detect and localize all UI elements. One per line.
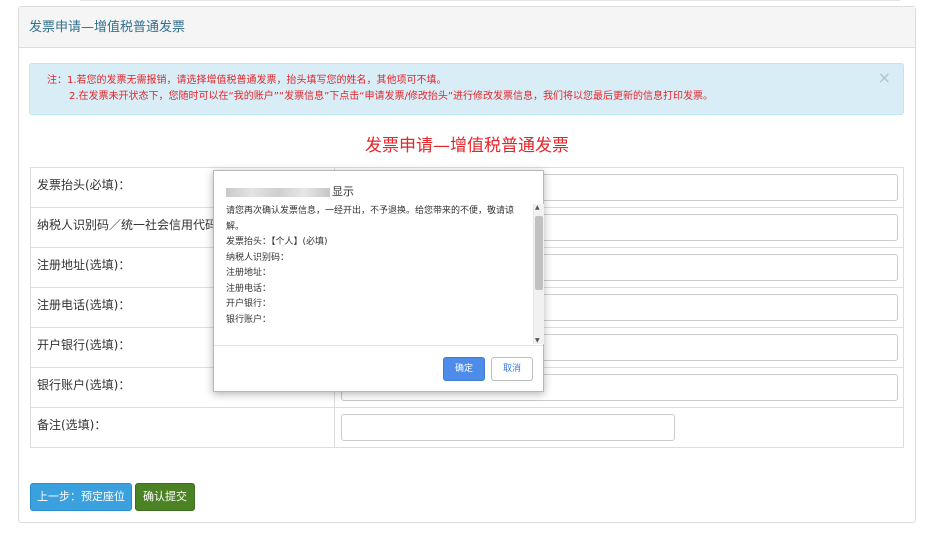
dialog-field-taxpayer-id: 纳税人识别码： <box>226 252 290 263</box>
close-icon[interactable]: × <box>878 70 891 86</box>
dialog-field-account: 银行账户： <box>226 314 272 325</box>
scroll-up-arrow-icon[interactable]: ▲ <box>535 204 540 211</box>
prev-step-button[interactable]: 上一步：预定座位 <box>30 483 132 511</box>
dialog-title-suffix: 显示 <box>332 185 354 198</box>
notice-line-2: 2.在发票未开状态下，您随时可以在“我的账户”“发票信息”下点击“申请发票/修改… <box>69 91 713 102</box>
dialog-ok-button[interactable]: 确定 <box>443 357 485 381</box>
notice-line-1: 注：1.若您的发票无需报销，请选择增值税普通发票，抬头填写您的姓名，其他项可不填… <box>47 75 447 86</box>
scroll-down-arrow-icon[interactable]: ▼ <box>535 337 540 344</box>
panel-heading: 发票申请—增值税普通发票 <box>19 7 915 48</box>
dialog-divider <box>214 345 543 346</box>
dialog-field-bank: 开户银行： <box>226 299 272 309</box>
remarks-label: 备注(选填)： <box>30 407 335 448</box>
confirm-dialog: 显示 请您再次确认发票信息，一经开出，不予退换。给您带来的不便，敬请谅解。 发票… <box>213 170 544 392</box>
remarks-input[interactable] <box>341 414 675 441</box>
confirm-submit-button[interactable]: 确认提交 <box>135 483 195 511</box>
form-row: 备注(选填)： <box>30 407 904 448</box>
notice-alert: 注：1.若您的发票无需报销，请选择增值税普通发票，抬头填写您的姓名，其他项可不填… <box>29 63 904 115</box>
form-title: 发票申请—增值税普通发票 <box>365 136 569 156</box>
scroll-thumb[interactable] <box>535 216 543 290</box>
dialog-message-area: 请您再次确认发票信息，一经开出，不予退换。给您带来的不便，敬请谅解。 发票抬头：… <box>226 204 526 344</box>
dialog-field-invoice-title: 发票抬头：【个人】(必填) <box>226 237 328 247</box>
dialog-scrollbar[interactable]: ▲ ▼ <box>533 204 544 344</box>
blurred-site-name <box>226 187 330 197</box>
dialog-field-phone: 注册电话： <box>226 283 272 294</box>
dialog-field-address: 注册地址： <box>226 268 272 278</box>
dialog-message: 请您再次确认发票信息，一经开出，不予退换。给您带来的不便，敬请谅解。 <box>226 206 515 232</box>
top-divider <box>80 0 900 1</box>
dialog-title: 显示 <box>226 183 354 199</box>
dialog-cancel-button[interactable]: 取消 <box>491 357 533 381</box>
